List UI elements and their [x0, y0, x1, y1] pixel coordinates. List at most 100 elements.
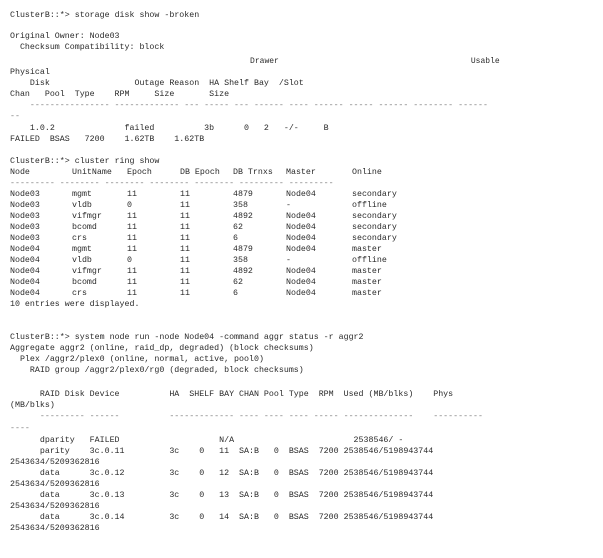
table-row: parity 3c.0.11 3c 0 11 SA:B 0 BSAS 7200 …	[10, 447, 434, 456]
table-cell: 6	[233, 234, 238, 243]
column-header: Node	[10, 168, 30, 177]
table-cell: 358	[233, 256, 248, 265]
table-cell: Node04	[10, 245, 40, 254]
table-cell: secondary	[352, 234, 397, 243]
table-separator: --	[10, 112, 20, 121]
table-cell: mgmt	[72, 190, 92, 199]
command-text: system node run -node Node04 -command ag…	[74, 333, 364, 342]
table-header-row: RAID Disk Device HA SHELF BAY CHAN Pool …	[10, 390, 454, 399]
prompt: ClusterB::*>	[10, 333, 70, 342]
table-cell: vldb	[72, 201, 92, 210]
command-line: ClusterB::*> cluster ring show	[10, 157, 159, 167]
column-header: DB Epoch	[180, 168, 220, 177]
column-header: UnitName	[72, 168, 112, 177]
table-cell: Node04	[286, 245, 316, 254]
table-row: dparity FAILED N/A 2538546/ -	[10, 436, 404, 445]
table-row: FAILED BSAS 7200 1.62TB 1.62TB	[10, 135, 205, 144]
table-cell: vifmgr	[72, 212, 102, 221]
table-cell: 11	[180, 289, 190, 298]
table-cell: 11	[127, 234, 137, 243]
table-cell: 4892	[233, 267, 253, 276]
table-cell: Node04	[10, 289, 40, 298]
command-text: cluster ring show	[74, 157, 160, 166]
table-cell: 11	[180, 278, 190, 287]
table-cell: offline	[352, 256, 387, 265]
table-cell: 0	[127, 201, 132, 210]
table-cell: Node04	[286, 267, 316, 276]
table-cell: Node04	[286, 234, 316, 243]
table-cell: 4892	[233, 212, 253, 221]
table-cell: Node04	[286, 289, 316, 298]
table-cell: master	[352, 267, 382, 276]
table-cell: 11	[127, 245, 137, 254]
column-header: Master	[286, 168, 316, 177]
table-separator: ---------------- ------------- --- -----…	[10, 101, 488, 110]
table-cell: vldb	[72, 256, 92, 265]
table-cell: master	[352, 245, 382, 254]
table-header-row: Chan Pool Type RPM Size Size	[10, 90, 230, 99]
command-line: ClusterB::*> storage disk show -broken	[10, 11, 199, 21]
table-cell: 4879	[233, 245, 253, 254]
table-cell: 11	[127, 190, 137, 199]
table-cell: 11	[127, 223, 137, 232]
table-row: data 3c.0.14 3c 0 14 SA:B 0 BSAS 7200 25…	[10, 513, 434, 522]
table-cell: 11	[180, 190, 190, 199]
table-cell: Node04	[286, 278, 316, 287]
table-cell: 6	[233, 289, 238, 298]
table-cell: bcomd	[72, 278, 97, 287]
table-cell: 11	[180, 201, 190, 210]
table-cell: secondary	[352, 212, 397, 221]
table-cell: master	[352, 278, 382, 287]
column-header: Online	[352, 168, 382, 177]
column-header: DB Trnxs	[233, 168, 273, 177]
table-cell: mgmt	[72, 245, 92, 254]
table-cell: Node03	[10, 223, 40, 232]
table-cell: 11	[180, 267, 190, 276]
table-cell: master	[352, 289, 382, 298]
table-row: data 3c.0.13 3c 0 13 SA:B 0 BSAS 7200 25…	[10, 491, 434, 500]
table-cell: Node04	[286, 223, 316, 232]
table-cell: 11	[127, 289, 137, 298]
table-separator: --------- ------ ------------- ---- ----…	[10, 412, 483, 421]
owner-line: Original Owner: Node03	[10, 32, 120, 41]
table-cell: Node04	[10, 256, 40, 265]
table-row: data 3c.0.12 3c 0 12 SA:B 0 BSAS 7200 25…	[10, 469, 434, 478]
table-cell: Node03	[10, 190, 40, 199]
command-line: ClusterB::*> system node run -node Node0…	[10, 333, 364, 343]
table-cell: -	[286, 256, 291, 265]
prompt: ClusterB::*>	[10, 157, 70, 166]
table-header-row: Disk Outage Reason HA Shelf Bay /Slot	[10, 79, 304, 88]
table-cell: 0	[127, 256, 132, 265]
table-cell: Node03	[10, 212, 40, 221]
table-cell: 11	[180, 223, 190, 232]
table-cell: bcomd	[72, 223, 97, 232]
raid-group-line: RAID group /aggr2/plex0/rg0 (degraded, b…	[10, 366, 304, 375]
phys-size-wrap: 2543634/5209362816	[10, 480, 100, 489]
table-cell: 4879	[233, 190, 253, 199]
table-cell: secondary	[352, 190, 397, 199]
phys-size-wrap: 2543634/5209362816	[10, 524, 100, 533]
plex-line: Plex /aggr2/plex0 (online, normal, activ…	[10, 355, 264, 364]
table-cell: secondary	[352, 223, 397, 232]
column-header: Epoch	[127, 168, 152, 177]
table-header-row: Physical	[10, 68, 50, 77]
table-header-row: (MB/blks)	[10, 401, 55, 410]
table-cell: 11	[180, 212, 190, 221]
table-cell: -	[286, 201, 291, 210]
table-cell: offline	[352, 201, 387, 210]
table-cell: Node04	[10, 278, 40, 287]
table-cell: 358	[233, 201, 248, 210]
table-row: 1.0.2 failed 3b 0 2 -/- B	[10, 124, 329, 133]
phys-size-wrap: 2543634/5209362816	[10, 502, 100, 511]
table-separator: --------- -------- -------- -------- ---…	[10, 179, 334, 188]
table-cell: Node04	[286, 190, 316, 199]
table-cell: 11	[180, 234, 190, 243]
table-cell: 11	[127, 212, 137, 221]
table-cell: 11	[180, 245, 190, 254]
table-cell: 11	[127, 278, 137, 287]
phys-size-wrap: 2543634/5209362816	[10, 458, 100, 467]
command-text: storage disk show -broken	[74, 11, 200, 20]
table-cell: Node04	[10, 267, 40, 276]
table-cell: 11	[127, 267, 137, 276]
checksum-line: Checksum Compatibility: block	[10, 43, 165, 52]
